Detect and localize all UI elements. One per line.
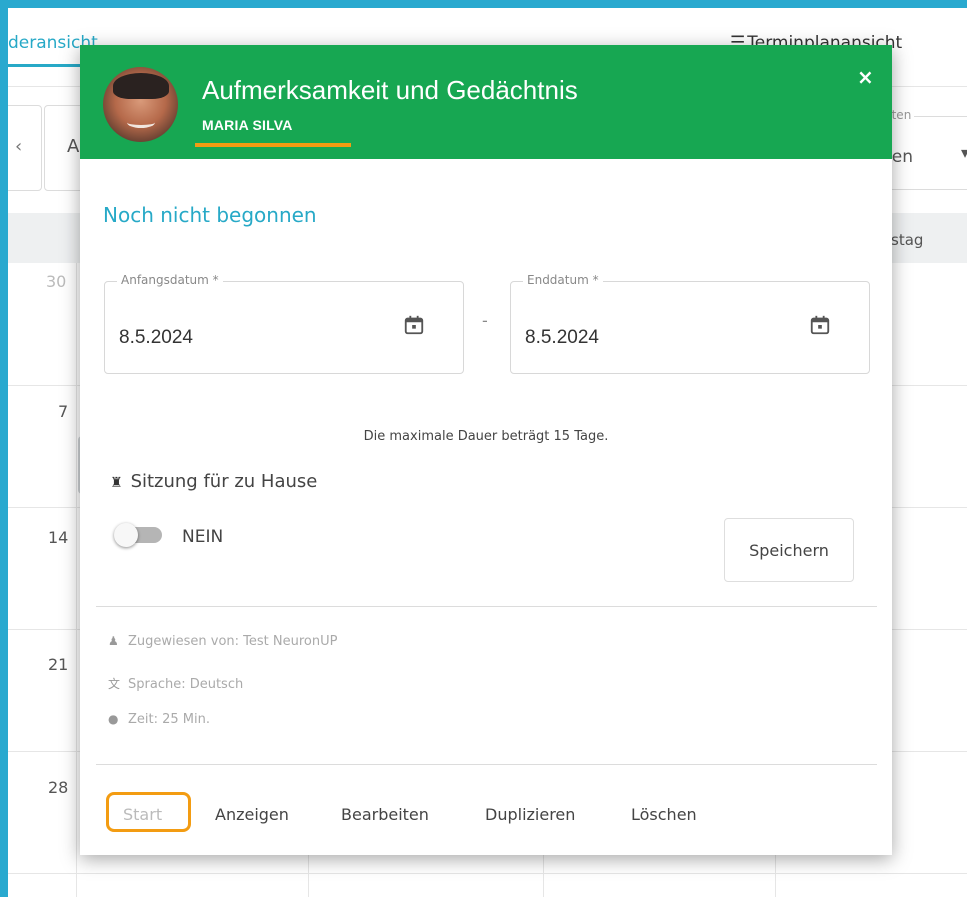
patient-name: MARIA SILVA bbox=[202, 117, 293, 133]
section-divider bbox=[96, 606, 877, 607]
prev-button-label: ‹ bbox=[15, 136, 23, 157]
home-icon: ♜ bbox=[110, 475, 123, 491]
home-session-toggle[interactable] bbox=[114, 523, 162, 547]
calendar-row-divider bbox=[8, 873, 967, 874]
calendar-day-number[interactable]: 28 bbox=[48, 778, 68, 797]
calendar-icon[interactable] bbox=[403, 314, 425, 336]
close-icon[interactable]: × bbox=[857, 65, 874, 89]
date-range-separator: - bbox=[482, 311, 488, 330]
save-button[interactable]: Speichern bbox=[724, 518, 854, 582]
start-button[interactable]: Start bbox=[123, 805, 162, 824]
home-session-heading: ♜ Sitzung für zu Hause bbox=[110, 471, 317, 492]
end-date-value[interactable]: 8.5.2024 bbox=[525, 327, 599, 349]
start-date-value[interactable]: 8.5.2024 bbox=[119, 327, 193, 349]
start-date-field[interactable]: Anfangsdatum * 8.5.2024 bbox=[104, 273, 464, 374]
view-button[interactable]: Anzeigen bbox=[215, 805, 289, 824]
toggle-state-label: NEIN bbox=[182, 527, 224, 547]
delete-button[interactable]: Löschen bbox=[631, 805, 697, 824]
end-date-field[interactable]: Enddatum * 8.5.2024 bbox=[510, 273, 870, 374]
end-date-label: Enddatum * bbox=[523, 273, 603, 287]
highlight-underline bbox=[195, 143, 351, 147]
language-row: 文 Sprache: Deutsch bbox=[108, 675, 243, 692]
start-date-label: Anfangsdatum * bbox=[117, 273, 223, 287]
duplicate-button[interactable]: Duplizieren bbox=[485, 805, 575, 824]
weekday-label: stag bbox=[891, 231, 924, 249]
time-text: Zeit: 25 Min. bbox=[128, 712, 210, 727]
clock-icon: ● bbox=[108, 712, 119, 726]
assigned-by-row: ♟ Zugewiesen von: Test NeuronUP bbox=[108, 634, 337, 649]
calendar-day-number[interactable]: 14 bbox=[48, 528, 68, 547]
calendar-day-number[interactable]: 30 bbox=[46, 272, 66, 291]
calendar-icon[interactable] bbox=[809, 314, 831, 336]
toolbar-button-label: A bbox=[67, 136, 80, 157]
toggle-knob bbox=[114, 523, 138, 547]
time-row: ● Zeit: 25 Min. bbox=[108, 712, 210, 727]
prev-button[interactable]: ‹ bbox=[8, 105, 42, 191]
calendar-col-divider bbox=[76, 263, 77, 897]
status-label: Noch nicht begonnen bbox=[103, 203, 317, 227]
assigned-by-text: Zugewiesen von: Test NeuronUP bbox=[128, 634, 338, 649]
calendar-day-number[interactable]: 21 bbox=[48, 655, 68, 674]
section-divider bbox=[96, 764, 877, 765]
calendar-day-number[interactable]: 7 bbox=[58, 402, 68, 421]
session-modal: Aufmerksamkeit und Gedächtnis MARIA SILV… bbox=[80, 45, 892, 855]
chevron-down-icon: ▾ bbox=[961, 143, 967, 162]
user-icon: ♟ bbox=[108, 634, 119, 648]
language-text: Sprache: Deutsch bbox=[128, 677, 244, 692]
modal-title: Aufmerksamkeit und Gedächtnis bbox=[202, 75, 578, 105]
modal-header: Aufmerksamkeit und Gedächtnis MARIA SILV… bbox=[80, 45, 892, 159]
max-duration-hint: Die maximale Dauer beträgt 15 Tage. bbox=[363, 429, 609, 444]
avatar bbox=[103, 67, 178, 142]
edit-button[interactable]: Bearbeiten bbox=[341, 805, 429, 824]
home-session-label: Sitzung für zu Hause bbox=[130, 471, 318, 492]
modal-actions: Start Anzeigen Bearbeiten Duplizieren Lö… bbox=[80, 797, 892, 837]
translate-icon: 文 bbox=[108, 677, 121, 691]
